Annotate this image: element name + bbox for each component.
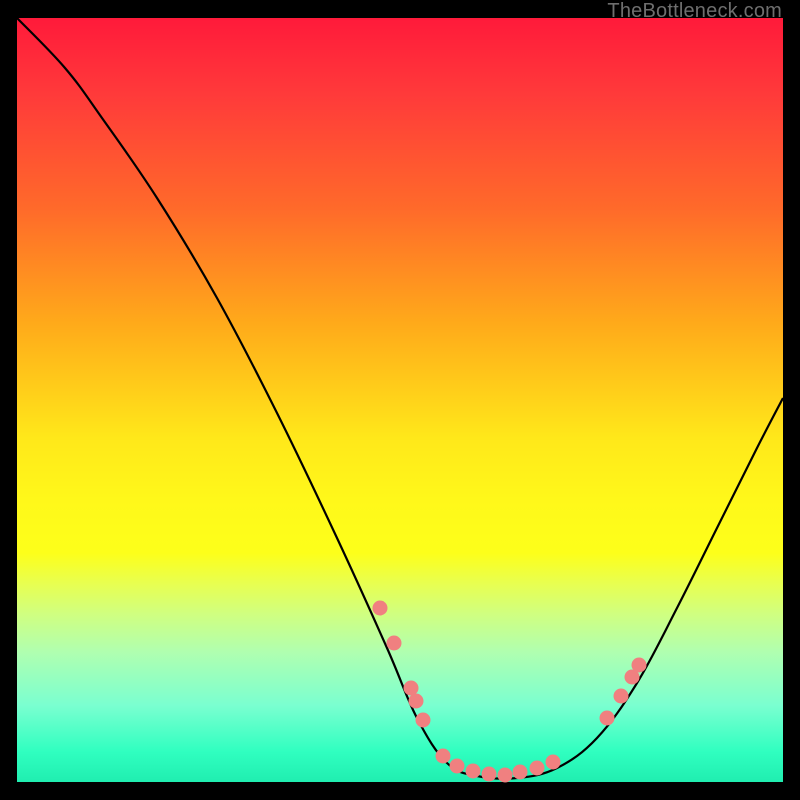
curve-marker — [482, 767, 497, 782]
curve-marker — [466, 764, 481, 779]
curve-marker — [387, 636, 402, 651]
curve-marker — [450, 759, 465, 774]
curve-marker — [600, 711, 615, 726]
chart-svg — [17, 18, 783, 782]
curve-marker — [404, 681, 419, 696]
curve-marker — [416, 713, 431, 728]
curve-marker — [530, 761, 545, 776]
curve-marker — [546, 755, 561, 770]
curve-marker — [632, 658, 647, 673]
attribution-label: TheBottleneck.com — [607, 0, 782, 23]
bottleneck-curve — [17, 18, 783, 779]
curve-marker — [409, 694, 424, 709]
chart-frame: TheBottleneck.com — [0, 0, 800, 800]
curve-marker — [498, 768, 513, 783]
curve-marker — [614, 689, 629, 704]
curve-marker — [373, 601, 388, 616]
curve-marker — [436, 749, 451, 764]
curve-markers — [373, 601, 647, 783]
curve-marker — [513, 765, 528, 780]
